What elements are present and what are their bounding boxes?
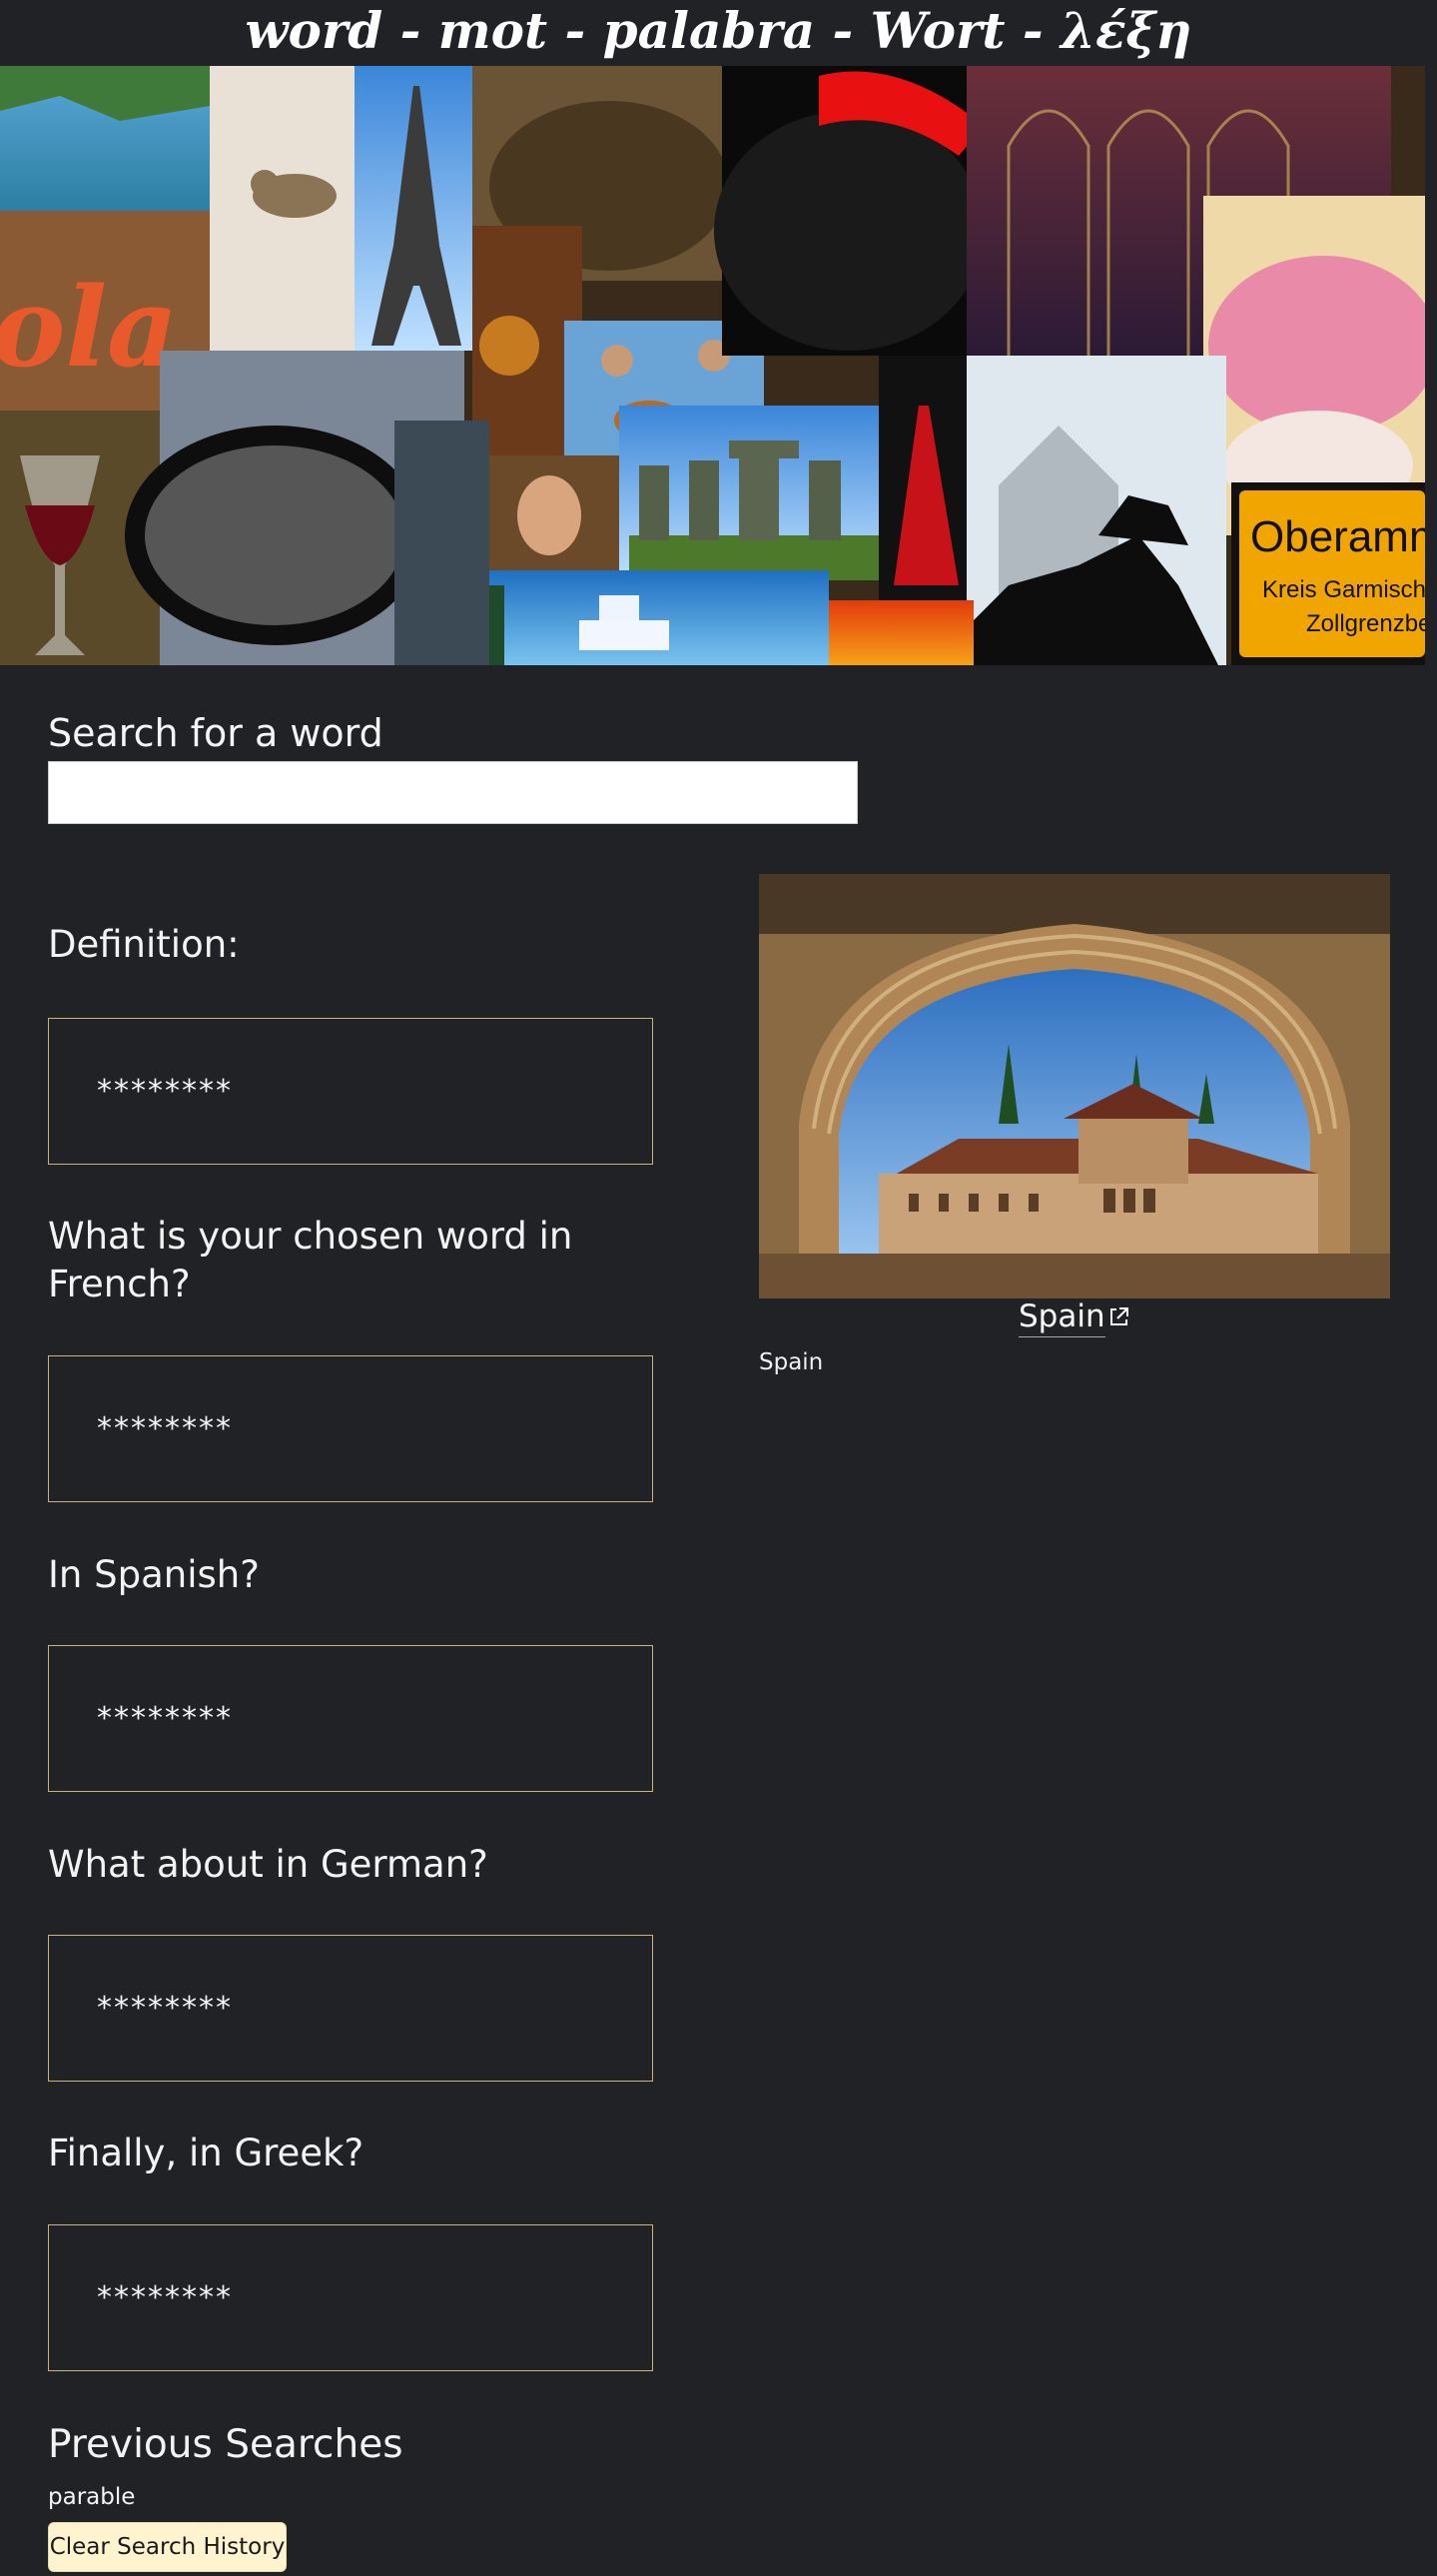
definition-answer-box[interactable]: ********: [48, 1018, 653, 1165]
collage-image: ola Oberam Kreis Garmisch Zollgrenzbe: [0, 66, 1425, 665]
fire-photo: [829, 600, 974, 665]
spanish-answer-box[interactable]: ********: [48, 1645, 653, 1792]
banner-collage: ola Oberam Kreis Garmisch Zollgrenzbe: [0, 66, 1425, 665]
alhambra-image: [759, 874, 1390, 1298]
definition-label: Definition:: [48, 923, 240, 966]
greek-answer-box[interactable]: ********: [48, 2224, 653, 2371]
previous-searches-title: Previous Searches: [48, 2422, 403, 2467]
french-question-label: What is your chosen word in French?: [48, 1215, 573, 1305]
spanish-question-label: In Spanish?: [48, 1553, 260, 1596]
country-link[interactable]: Spain: [1019, 1298, 1105, 1337]
sign-line3: Zollgrenzbez: [1306, 610, 1425, 637]
german-question-label: What about in German?: [48, 1843, 488, 1886]
site-title: word - mot - palabra - Wort - λέξη: [245, 1, 1192, 60]
search-input[interactable]: [48, 761, 858, 824]
german-answer-box[interactable]: ********: [48, 1935, 653, 2082]
greek-question-label: Finally, in Greek?: [48, 2132, 364, 2174]
country-photo: [759, 874, 1390, 1298]
external-link-icon[interactable]: [1108, 1305, 1130, 1327]
sign-line1: Oberamme: [1250, 512, 1425, 561]
french-answer-box[interactable]: ********: [48, 1355, 653, 1502]
search-label: Search for a word: [48, 711, 383, 755]
neon-text: ola: [0, 263, 178, 392]
clear-history-button[interactable]: Clear Search History: [48, 2522, 287, 2572]
sign-line2: Kreis Garmisch-P: [1262, 576, 1425, 603]
hill-castle-photo: [394, 421, 489, 665]
photo-caption: Spain: [759, 1349, 824, 1375]
history-item[interactable]: parable: [48, 2484, 135, 2510]
